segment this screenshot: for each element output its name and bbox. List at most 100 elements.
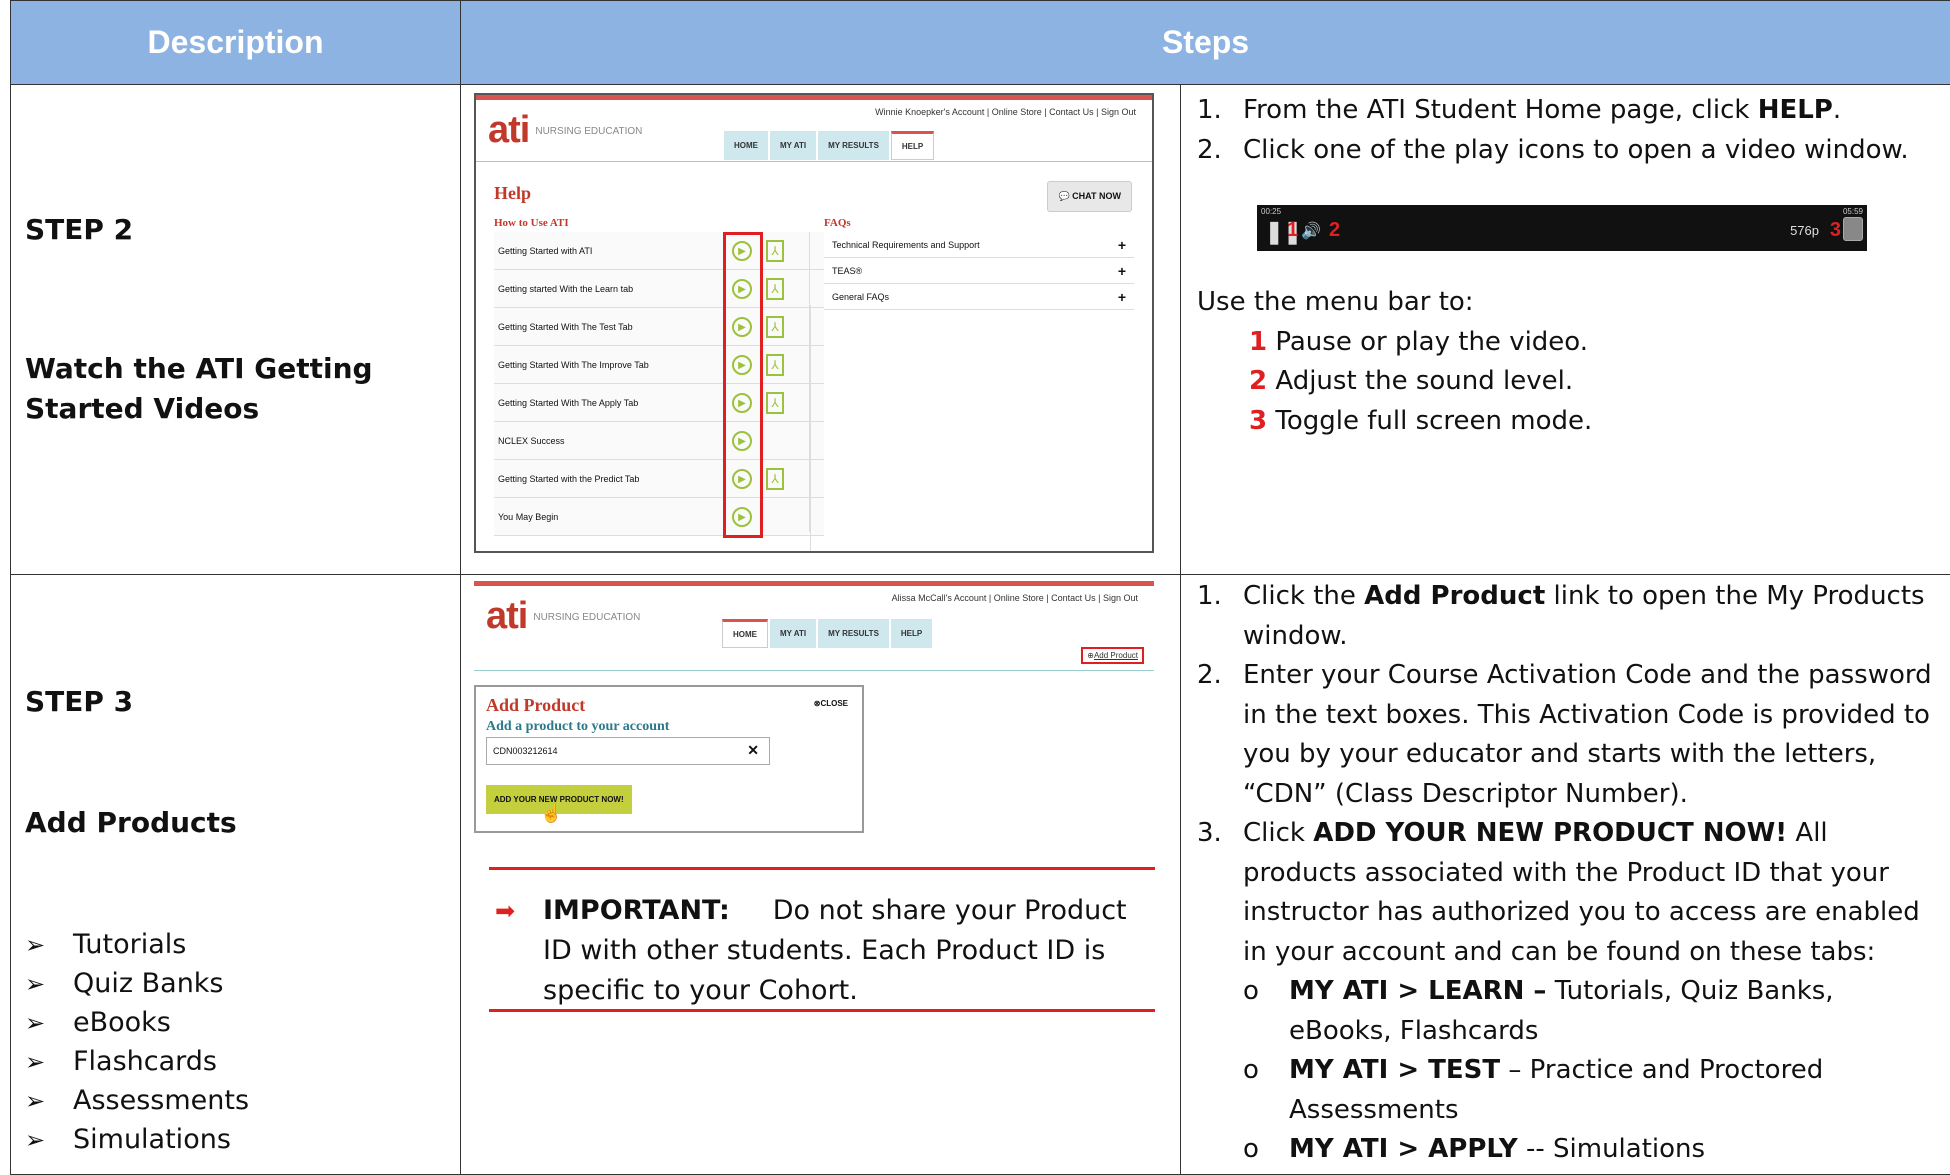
step2-screenshot-cell: atiNURSING EDUCATION Winnie Knoepker's A… (461, 85, 1181, 575)
close-button[interactable]: ⊗CLOSE (814, 699, 848, 708)
pdf-icon[interactable]: ⅄ (766, 468, 784, 490)
account-links: Alissa McCall's Account | Online Store |… (892, 593, 1138, 603)
divider (489, 1009, 1155, 1012)
marker-2: 2 (1329, 219, 1340, 242)
header-row: Description Steps (11, 1, 1950, 85)
plus-icon: + (1118, 263, 1126, 279)
home-page-screenshot: atiNURSING EDUCATION Alissa McCall's Acc… (474, 581, 1154, 671)
step2-title: STEP 2 (25, 213, 133, 246)
tab-home[interactable]: HOME (722, 619, 768, 648)
chat-now-button[interactable]: 💬 CHAT NOW (1047, 181, 1132, 212)
step3-steps-cell: 1.Click the Add Product link to open the… (1181, 575, 1950, 1175)
pdf-icon[interactable]: ⅄ (766, 316, 784, 338)
step-item: 3.Click ADD YOUR NEW PRODUCT NOW! All pr… (1197, 814, 1937, 1170)
step2-steps: 1.From the ATI Student Home page, click … (1197, 91, 1937, 170)
tab-help[interactable]: HELP (891, 619, 932, 648)
list-item: ➢Simulations (25, 1120, 249, 1159)
step3-subtitle: Add Products (25, 803, 445, 843)
faq-item[interactable]: General FAQs+ (824, 284, 1134, 310)
product-list: ➢Tutorials ➢Quiz Banks ➢eBooks ➢Flashcar… (25, 925, 249, 1159)
arrow-icon: ➡ (495, 891, 515, 931)
add-product-link[interactable]: ⊕Add Product (1081, 647, 1144, 664)
elapsed-time: 00:25 (1261, 207, 1281, 216)
menu-item: 1 Pause or play the video. (1197, 323, 1937, 363)
step2-steps-cell: 1.From the ATI Student Home page, click … (1181, 85, 1950, 575)
account-links: Winnie Knoepker's Account | Online Store… (875, 107, 1136, 117)
tab-my-results[interactable]: MY RESULTS (818, 131, 889, 160)
list-item: ➢Quiz Banks (25, 964, 249, 1003)
arrow-bullet-icon: ➢ (25, 1126, 73, 1154)
pdf-icon[interactable]: ⅄ (766, 354, 784, 376)
tab-my-results[interactable]: MY RESULTS (818, 619, 889, 648)
pdf-icon[interactable]: ⅄ (766, 240, 784, 262)
divider (489, 867, 1155, 870)
step2-description: STEP 2 Watch the ATI Getting Started Vid… (11, 85, 461, 575)
play-icons-highlight (723, 232, 763, 538)
arrow-bullet-icon: ➢ (25, 1048, 73, 1076)
video-row: NCLEX Success (494, 422, 824, 460)
list-item: ➢Flashcards (25, 1042, 249, 1081)
step2-subtitle: Watch the ATI Getting Started Videos (25, 349, 445, 429)
chat-icon: 💬 (1058, 191, 1072, 201)
header-steps: Steps (461, 1, 1950, 85)
arrow-bullet-icon: ➢ (25, 970, 73, 998)
quality-label: 576p (1790, 223, 1819, 238)
step3-description: STEP 3 Add Products ➢Tutorials ➢Quiz Ban… (11, 575, 461, 1175)
arrow-bullet-icon: ➢ (25, 1009, 73, 1037)
step2-row: STEP 2 Watch the ATI Getting Started Vid… (11, 85, 1950, 575)
fullscreen-icon[interactable] (1843, 217, 1863, 241)
tab-help[interactable]: HELP (891, 131, 934, 160)
header-description: Description (11, 1, 461, 85)
volume-icon[interactable]: 🔊 (1301, 221, 1321, 241)
arrow-bullet-icon: ➢ (25, 1087, 73, 1115)
note-text-container: IMPORTANT: Do not share your Product ID … (495, 891, 1135, 1011)
sub-item: oMY ATI > TEST – Practice and Proctored … (1243, 1051, 1937, 1130)
plus-icon: + (1118, 237, 1126, 253)
activation-code-input[interactable]: CDN003212614✕ (486, 737, 770, 765)
tab-my-ati[interactable]: MY ATI (770, 619, 816, 648)
sub-item: oMY ATI > APPLY -- Simulations (1243, 1130, 1937, 1170)
list-item: ➢eBooks (25, 1003, 249, 1042)
total-time: 05:59 (1843, 207, 1863, 216)
step-item: 1.Click the Add Product link to open the… (1197, 577, 1937, 656)
dialog-subtitle: Add a product to your account (486, 719, 669, 735)
arrow-bullet-icon: ➢ (25, 931, 73, 959)
step3-screenshot-cell: atiNURSING EDUCATION Alissa McCall's Acc… (461, 575, 1181, 1175)
help-page-screenshot: atiNURSING EDUCATION Winnie Knoepker's A… (474, 93, 1154, 553)
step3-title: STEP 3 (25, 685, 133, 718)
pdf-icon[interactable]: ⅄ (766, 278, 784, 300)
plus-circle-icon: ⊕ (1087, 651, 1094, 660)
list-item: ➢Tutorials (25, 925, 249, 964)
clear-icon[interactable]: ✕ (747, 742, 759, 759)
cursor-icon: ☝ (540, 803, 562, 824)
marker-3: 3 (1830, 219, 1841, 242)
how-to-heading: How to Use ATI (494, 217, 569, 229)
add-product-dialog: Add Product ⊗CLOSE Add a product to your… (474, 685, 864, 833)
video-menu-bar: 00:25 05:59 ❚❚ 1 🔊 2 576p 3 (1257, 205, 1867, 251)
faqs-heading: FAQs (824, 217, 851, 229)
help-heading: Help (494, 183, 531, 204)
tab-my-ati[interactable]: MY ATI (770, 131, 816, 160)
important-note: ➡ IMPORTANT: Do not share your Product I… (495, 891, 1135, 1011)
menu-item: 2 Adjust the sound level. (1197, 362, 1937, 402)
step-item: 1.From the ATI Student Home page, click … (1197, 91, 1937, 131)
instructions-table: Description Steps STEP 2 Watch the ATI G… (10, 0, 1950, 1175)
plus-icon: + (1118, 289, 1126, 305)
step3-row: STEP 3 Add Products ➢Tutorials ➢Quiz Ban… (11, 575, 1950, 1175)
pdf-icon[interactable]: ⅄ (766, 392, 784, 414)
nav-tabs: HOME MY ATI MY RESULTS HELP (722, 619, 932, 648)
step3-steps: 1.Click the Add Product link to open the… (1197, 577, 1937, 1170)
video-row: You May Begin (494, 498, 824, 536)
marker-1: 1 (1287, 219, 1298, 242)
menu-item: 3 Toggle full screen mode. (1197, 402, 1937, 442)
step-item: 2.Enter your Course Activation Code and … (1197, 656, 1937, 814)
faq-item[interactable]: TEAS®+ (824, 258, 1134, 284)
ati-logo: atiNURSING EDUCATION (488, 109, 642, 152)
page: Description Steps STEP 2 Watch the ATI G… (0, 0, 1950, 1173)
step-item: 2.Click one of the play icons to open a … (1197, 131, 1937, 171)
faq-item[interactable]: Technical Requirements and Support+ (824, 232, 1134, 258)
tab-home[interactable]: HOME (724, 131, 768, 160)
menu-instructions: Use the menu bar to: 1 Pause or play the… (1197, 283, 1937, 441)
list-item: ➢Assessments (25, 1081, 249, 1120)
ati-logo: atiNURSING EDUCATION (486, 595, 640, 638)
